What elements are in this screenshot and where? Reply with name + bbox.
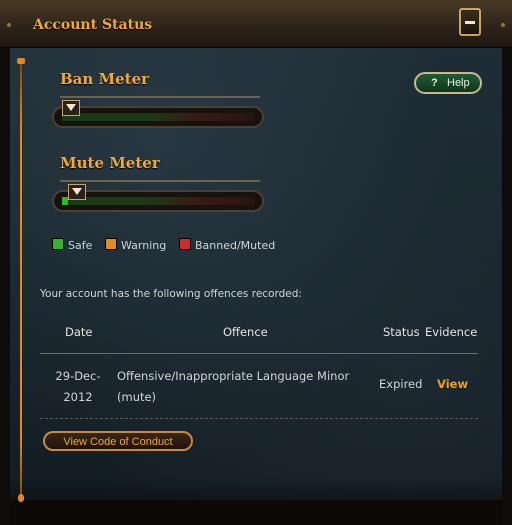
offences-intro: Your account has the following offences … bbox=[40, 288, 302, 300]
ban-meter bbox=[52, 106, 264, 128]
mute-meter-track bbox=[62, 197, 254, 205]
column-header-evidence: Evidence bbox=[425, 325, 478, 339]
offence-description: Offensive/Inappropriate Language Minor (… bbox=[117, 369, 350, 404]
ban-meter-track bbox=[62, 113, 254, 121]
legend-swatch-banned bbox=[179, 238, 191, 250]
minus-icon bbox=[465, 21, 475, 24]
rivet-decoration bbox=[6, 22, 12, 28]
ban-meter-title: Ban Meter bbox=[60, 70, 150, 88]
rivet-decoration bbox=[500, 22, 506, 28]
side-rail-cap bbox=[17, 58, 25, 64]
side-rail bbox=[20, 62, 22, 502]
legend-banned-muted: Banned/Muted bbox=[179, 238, 275, 252]
mute-meter-title: Mute Meter bbox=[60, 154, 160, 172]
table-row-divider bbox=[40, 418, 478, 419]
ban-meter-rule bbox=[60, 96, 260, 98]
column-header-status: Status bbox=[383, 325, 420, 339]
panel-header: Account Status bbox=[0, 0, 512, 48]
legend-label: Safe bbox=[68, 239, 93, 252]
mute-meter-pointer-icon bbox=[67, 184, 86, 200]
view-code-of-conduct-button[interactable]: View Code of Conduct bbox=[43, 431, 193, 451]
offence-status: Expired bbox=[379, 377, 423, 391]
legend-label: Warning bbox=[121, 239, 167, 252]
legend-warning: Warning bbox=[105, 238, 166, 252]
column-header-offence: Offence bbox=[223, 325, 268, 339]
table-header-divider bbox=[40, 353, 478, 354]
side-rail-cap bbox=[18, 494, 24, 502]
legend-swatch-warning bbox=[105, 238, 117, 250]
column-header-date: Date bbox=[65, 325, 93, 339]
mute-meter-rule bbox=[60, 180, 260, 182]
legend-swatch-safe bbox=[52, 238, 64, 250]
ban-meter-pointer-icon bbox=[62, 100, 80, 116]
legend-safe: Safe bbox=[52, 238, 92, 252]
panel-title: Account Status bbox=[33, 17, 153, 33]
question-icon: ? bbox=[431, 77, 438, 89]
border-decoration bbox=[10, 500, 502, 525]
view-evidence-link[interactable]: View bbox=[437, 377, 468, 391]
help-button[interactable]: ? Help bbox=[414, 72, 482, 94]
help-label: Help bbox=[447, 77, 470, 89]
offence-date: 29-Dec-2012 bbox=[55, 369, 101, 404]
collapse-button[interactable] bbox=[459, 8, 481, 36]
legend-label: Banned/Muted bbox=[195, 239, 276, 252]
